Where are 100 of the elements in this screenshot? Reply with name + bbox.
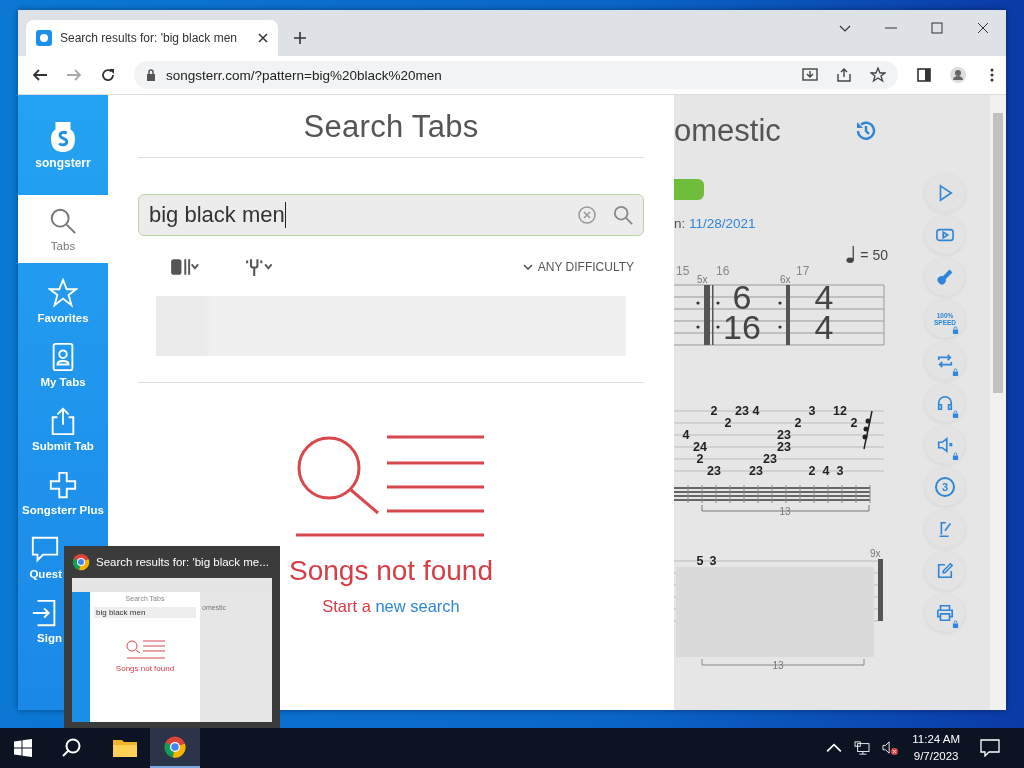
scrollbar[interactable] — [990, 95, 1006, 710]
tuplet-label: 13 — [779, 506, 791, 517]
fret-number: 2 — [724, 416, 732, 430]
close-icon[interactable] — [977, 22, 989, 34]
fret-number: 23 — [777, 440, 791, 454]
new-tab-icon[interactable] — [294, 32, 306, 44]
side-panel-icon[interactable] — [916, 67, 932, 83]
tempo-value: = 50 — [860, 247, 888, 263]
sidebar-item[interactable]: Tabs — [18, 195, 108, 263]
chrome-icon — [72, 553, 90, 571]
chrome-icon — [163, 736, 187, 758]
empty-title: Songs not found — [289, 555, 493, 587]
profile-icon[interactable] — [950, 67, 966, 83]
mute-icon — [936, 436, 954, 454]
history-icon[interactable] — [854, 119, 878, 143]
start-icon[interactable] — [14, 739, 32, 757]
repeat-count: 5x — [697, 274, 708, 285]
sidebar-item[interactable]: Submit Tab — [18, 397, 108, 461]
maximize-icon[interactable] — [931, 22, 943, 34]
tuplet-label: 13 — [772, 660, 784, 671]
lock-icon — [952, 410, 959, 418]
quarter-note-icon — [846, 245, 857, 263]
repeat-count: 9x — [870, 548, 881, 559]
fret-number: 2 — [710, 404, 718, 418]
edit-button[interactable] — [925, 552, 965, 590]
plus-icon — [48, 470, 78, 500]
share-icon[interactable] — [836, 67, 852, 83]
date-label: n: — [674, 216, 686, 231]
sidebar-item[interactable]: Sign — [18, 589, 62, 653]
fret-number: 4 — [752, 404, 760, 418]
play-button[interactable] — [925, 174, 965, 212]
lock-icon — [952, 368, 959, 376]
lock-icon — [952, 326, 959, 334]
song-title: omestic — [674, 113, 781, 149]
clock[interactable]: 11:24 AM 9/7/2023 — [912, 731, 960, 765]
chevron-up-icon[interactable] — [826, 741, 843, 755]
fret-number: 4 — [682, 428, 690, 442]
empty-hint: Start a — [322, 597, 371, 615]
search-icon[interactable] — [62, 738, 82, 758]
difficulty-dropdown[interactable]: ANY DIFFICULTY — [522, 260, 634, 274]
browser-tab[interactable]: Search results for: 'big black men — [26, 20, 278, 56]
chrome-taskbar-button[interactable] — [150, 728, 200, 768]
fret-number: 2 — [808, 464, 816, 478]
notification-icon[interactable] — [980, 739, 1000, 757]
thumbnail-text: big black men — [94, 607, 196, 618]
fret-number: 3 — [709, 554, 717, 568]
fret-number: 2 — [850, 416, 858, 430]
sidebar-item[interactable]: Favorites — [18, 269, 108, 333]
barline — [878, 559, 883, 621]
panel-title: Search Tabs — [303, 109, 479, 145]
search-icon — [48, 206, 78, 236]
install-icon[interactable] — [802, 67, 818, 83]
volume-muted-icon[interactable] — [882, 741, 899, 755]
folder-icon — [113, 737, 137, 759]
fret-number: 23 — [707, 464, 721, 478]
back-icon[interactable] — [32, 67, 48, 83]
bookmark-star-icon[interactable] — [870, 67, 886, 83]
guitar-logo-icon — [48, 120, 78, 154]
loop-icon — [936, 352, 954, 370]
fret-number: 2 — [794, 416, 802, 430]
guitar-icon — [936, 268, 954, 286]
countin-button[interactable]: 3 — [925, 468, 965, 506]
fret-number: 3 — [808, 404, 816, 418]
repeat-count: 6x — [780, 274, 791, 285]
measure-number: 17 — [796, 264, 810, 278]
print-icon — [936, 604, 954, 622]
logo-text: songsterr — [35, 156, 91, 170]
fret-number: 3 — [836, 464, 844, 478]
chevron-down-icon — [522, 264, 533, 270]
date-link[interactable]: 11/28/2021 — [689, 216, 756, 231]
video-icon — [936, 226, 954, 244]
headphones-icon — [936, 394, 954, 412]
new-search-link[interactable]: new search — [375, 597, 460, 615]
preview-title: Search results for: 'big black me... — [96, 556, 269, 568]
fret-number: 23 — [749, 464, 763, 478]
fret-number: 23 — [735, 404, 749, 418]
star-icon — [48, 278, 78, 308]
measure-number: 15 — [676, 264, 690, 278]
fret-number: 23 — [777, 428, 791, 442]
fret-number: 12 — [833, 404, 847, 418]
video-button[interactable] — [925, 216, 965, 254]
address-bar[interactable]: songsterr.com/?pattern=big%20black%20men — [134, 61, 898, 89]
print-button[interactable] — [925, 594, 965, 632]
lock-icon — [952, 620, 959, 628]
headphones-button[interactable] — [925, 384, 965, 422]
sidebar-item[interactable]: Quest — [18, 525, 62, 589]
close-icon[interactable] — [258, 33, 268, 43]
loop-button[interactable] — [925, 342, 965, 380]
fret-number: 24 — [693, 440, 707, 454]
speech-bubble-icon — [30, 534, 60, 564]
mute-button[interactable] — [925, 426, 965, 464]
network-icon[interactable] — [854, 741, 871, 755]
pen-button[interactable] — [925, 510, 965, 548]
guitar-button[interactable] — [925, 258, 965, 296]
sidebar-item[interactable]: Songsterr Plus — [18, 461, 108, 525]
reload-icon[interactable] — [100, 67, 116, 83]
lock-icon — [952, 452, 959, 460]
fret-number: 2 — [696, 452, 704, 466]
sidebar-item[interactable]: My Tabs — [18, 333, 108, 397]
thumbnail-text: Songs not found — [115, 664, 175, 673]
